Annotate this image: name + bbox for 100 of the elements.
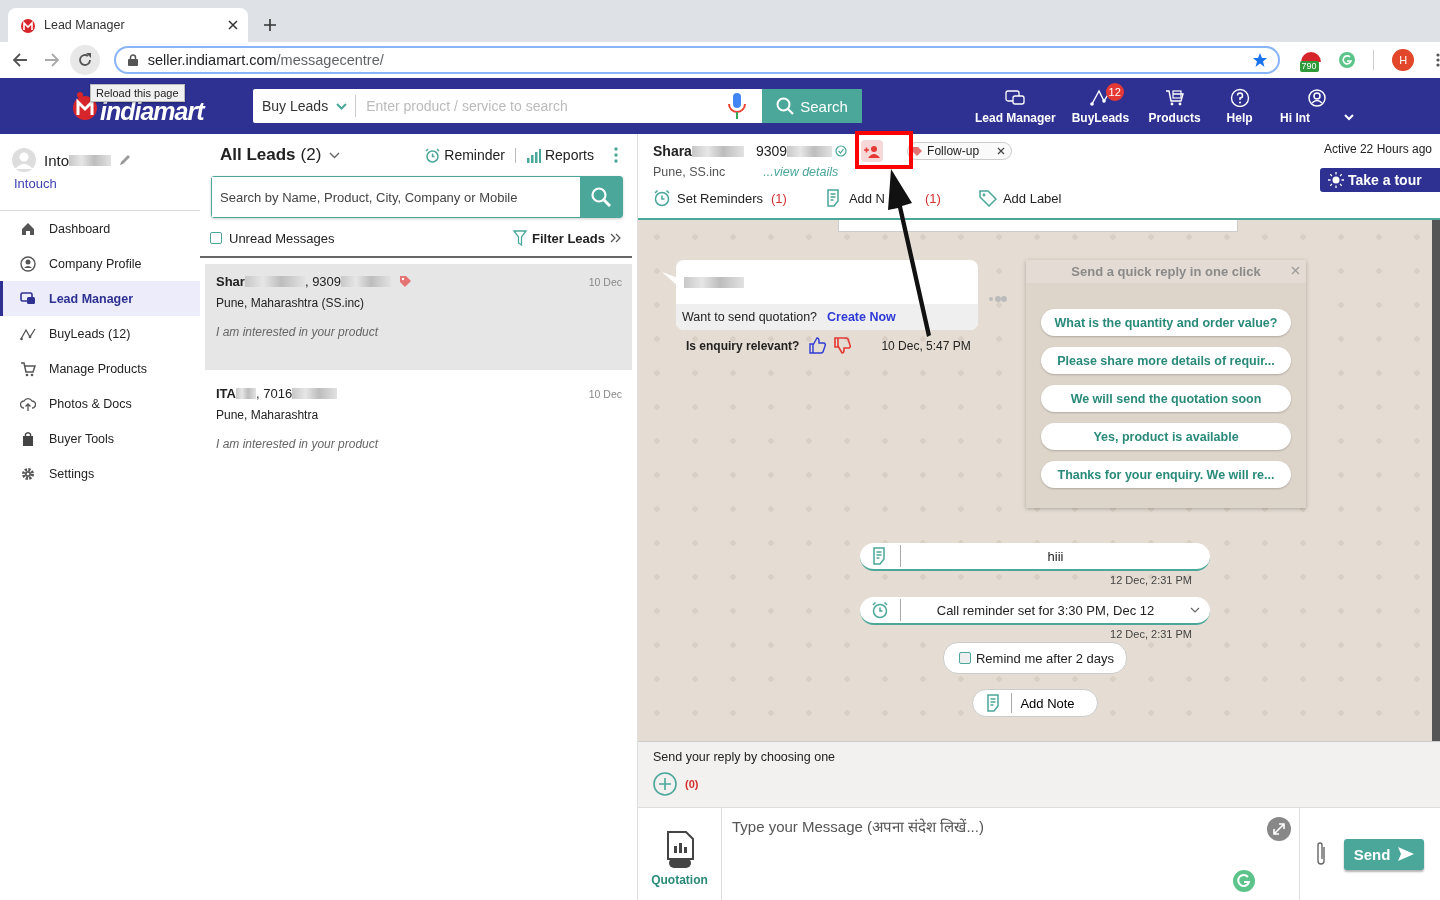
send-icon — [1398, 847, 1415, 861]
expand-icon[interactable] — [1267, 817, 1291, 841]
help-icon — [1229, 87, 1250, 107]
browser-tab[interactable]: Lead Manager — [8, 8, 248, 42]
quotation-button[interactable]: Quotation — [638, 808, 722, 900]
add-note-button[interactable]: Add Note — [972, 689, 1098, 717]
more-icon[interactable] — [614, 147, 618, 163]
quick-reply-option[interactable]: Thanks for your enquiry. We will re... — [1041, 461, 1291, 488]
label-chip[interactable]: Follow-up — [907, 142, 1013, 160]
panel-title: Send a quick reply in one click — [1071, 264, 1261, 279]
reminder-link[interactable]: Reminder — [425, 147, 505, 163]
lock-icon — [127, 54, 138, 66]
relevance-question: Is enquiry relevant? — [686, 338, 800, 353]
quick-reply-option[interactable]: Please share more details of requir... — [1041, 347, 1291, 374]
add-icon[interactable] — [653, 772, 677, 796]
sidebar-item[interactable]: Settings — [0, 456, 200, 491]
cart-icon — [20, 360, 36, 377]
sidebar-item[interactable]: Manage Products — [0, 351, 200, 386]
edit-icon[interactable] — [119, 154, 132, 166]
avatar-icon — [12, 148, 36, 172]
alarm-clock-icon — [871, 601, 889, 619]
chat-bubbles-icon — [1005, 87, 1026, 107]
quick-reply-option[interactable]: What is the quantity and order value? — [1041, 309, 1291, 336]
tour-button[interactable]: Take a tour — [1320, 168, 1440, 192]
remind-option[interactable]: Remind me after 2 days — [943, 642, 1127, 674]
filter-icon — [513, 230, 528, 246]
lead-location: Pune, Maharashtra (SS.inc) — [216, 296, 366, 310]
nav-item[interactable]: Hi Int — [1267, 87, 1368, 125]
grammarly-icon[interactable] — [1339, 52, 1356, 68]
thumbs-down-icon[interactable] — [834, 337, 852, 354]
action-link[interactable]: Set Reminders (1) — [653, 189, 787, 207]
menu-icon[interactable] — [1436, 53, 1440, 67]
nav-item[interactable]: Products — [1137, 87, 1213, 125]
lead-date: 10 Dec — [588, 387, 622, 400]
quotation-prompt: Want to send quotation? — [682, 310, 818, 324]
lead-search-field[interactable]: Search by Name, Product, City, Company or Mobile — [211, 176, 623, 218]
forward-icon[interactable] — [44, 52, 60, 68]
sidebar-item[interactable]: Company Profile — [0, 246, 200, 281]
action-link[interactable]: Add N (1) — [824, 189, 941, 207]
last-active-text: Active 22 Hours ago — [1323, 142, 1432, 156]
quick-reply-option[interactable]: Yes, product is available — [1041, 423, 1291, 450]
lead-item[interactable]: ITA , 7016 10 Dec Pune, Maharashtra I am interested in your product — [205, 376, 632, 482]
sidebar-item[interactable]: BuyLeads (12) — [0, 316, 200, 351]
template-count: (0) — [685, 778, 699, 790]
count-badge: 12 — [1105, 82, 1124, 101]
alarm-clock-icon — [653, 189, 671, 207]
checkbox[interactable] — [210, 232, 222, 244]
redaction-mark — [69, 154, 112, 166]
tab-title: Lead Manager — [44, 18, 126, 32]
close-icon[interactable] — [228, 20, 238, 30]
add-contact-icon[interactable] — [864, 144, 881, 158]
bar-chart-icon — [525, 147, 541, 163]
search-button[interactable] — [580, 177, 622, 217]
chevron-down-icon[interactable] — [329, 151, 341, 159]
tag-icon — [912, 145, 924, 157]
create-now-link[interactable]: Create Now — [827, 310, 896, 324]
entry-text: hiii — [1046, 548, 1065, 564]
redaction-mark — [691, 145, 744, 157]
checkbox-label: Remind me after 2 days — [976, 650, 1114, 666]
checkbox[interactable] — [959, 652, 971, 664]
search-icon — [591, 187, 611, 207]
grammarly-icon[interactable] — [1233, 870, 1255, 892]
invoice-icon — [665, 831, 694, 869]
reload-icon[interactable] — [76, 52, 93, 68]
chat-icon — [20, 290, 36, 307]
new-tab-icon[interactable] — [264, 19, 276, 31]
lead-date: 10 Dec — [588, 275, 622, 288]
sidebar-item[interactable]: Lead Manager — [0, 281, 200, 316]
star-icon[interactable] — [1251, 52, 1268, 68]
double-chevron-icon — [610, 233, 622, 243]
nav-item[interactable]: Lead Manager — [967, 87, 1064, 125]
back-icon[interactable] — [12, 52, 28, 68]
microphone-icon[interactable] — [726, 92, 748, 120]
home-icon — [20, 220, 36, 237]
address-bar[interactable]: seller.indiamart.com/messagecentre/ — [113, 46, 1280, 74]
search-field[interactable]: Buy Leads Enter product / service to search Search — [253, 89, 862, 123]
redaction-mark — [787, 145, 833, 157]
quick-reply-option[interactable]: We will send the quotation soon — [1041, 385, 1291, 412]
lead-name: Shar , 9309 — [216, 274, 392, 289]
chevron-down-icon — [1344, 114, 1355, 121]
sidebar-item[interactable]: Dashboard — [0, 211, 200, 246]
company-link[interactable]: Intouch — [14, 176, 200, 191]
bulb-icon — [1328, 172, 1344, 188]
reports-link[interactable]: Reports — [525, 147, 594, 163]
nav-item[interactable]: Help — [1212, 87, 1268, 125]
sidebar-item[interactable]: Buyer Tools — [0, 421, 200, 456]
url-text: seller.indiamart.com/messagecentre/ — [147, 52, 385, 68]
sidebar-item[interactable]: Photos & Docs — [0, 386, 200, 421]
filter-button[interactable]: Filter Leads — [513, 230, 622, 246]
cart-icon — [1164, 87, 1185, 107]
bag-icon — [20, 430, 36, 447]
chevron-down-icon[interactable] — [1190, 607, 1200, 613]
lead-item[interactable]: Shar , 9309 10 Dec Pune, Maharashtra (SS.inc) I am interested in your product — [205, 264, 632, 370]
profile-button[interactable]: H — [1392, 49, 1414, 71]
entry-time: 12 Dec, 2:31 PM — [1109, 574, 1193, 586]
close-icon[interactable] — [997, 147, 1006, 155]
list-title: All Leads (2) — [220, 145, 322, 165]
paperclip-icon[interactable] — [1314, 841, 1328, 867]
action-link[interactable]: Add Label — [978, 189, 1062, 207]
thumbs-up-icon[interactable] — [809, 337, 827, 354]
